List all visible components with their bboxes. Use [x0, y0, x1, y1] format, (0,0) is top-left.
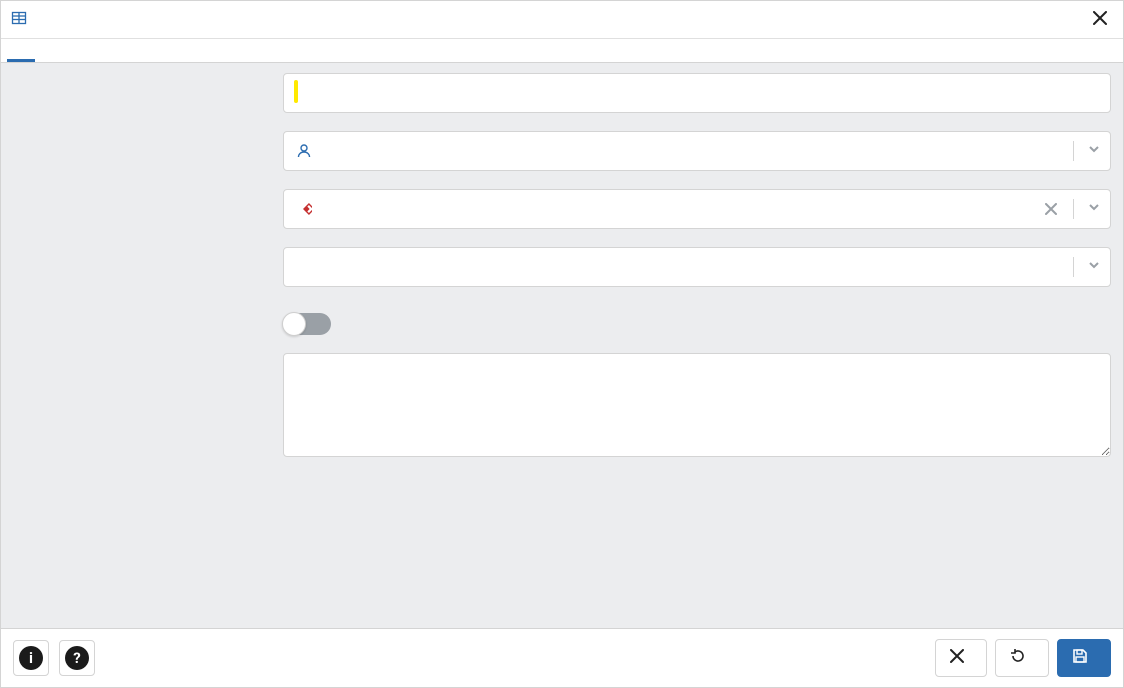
toggle-knob — [282, 312, 306, 336]
save-button[interactable] — [1057, 639, 1111, 677]
close-icon — [950, 649, 964, 667]
separator — [1073, 257, 1074, 277]
tab-parameters[interactable] — [147, 39, 175, 62]
name-label — [13, 73, 283, 83]
tab-partitions[interactable] — [119, 39, 147, 62]
chevron-down-icon — [1086, 141, 1102, 161]
form-body — [1, 63, 1123, 628]
partitioned-label — [13, 305, 283, 315]
owner-label — [13, 131, 283, 141]
schema-label — [13, 189, 283, 199]
name-value-highlighted — [294, 80, 298, 103]
help-icon: ? — [65, 646, 89, 670]
tab-general[interactable] — [7, 39, 35, 62]
reset-icon — [1010, 648, 1026, 668]
save-icon — [1072, 648, 1088, 668]
dialog-header — [1, 1, 1123, 39]
user-icon — [296, 143, 312, 159]
table-icon — [11, 10, 27, 30]
tab-constraints[interactable] — [91, 39, 119, 62]
dialog-footer: i ? — [1, 628, 1123, 687]
name-input[interactable] — [283, 73, 1111, 113]
reset-button[interactable] — [995, 639, 1049, 677]
info-icon: i — [19, 646, 43, 670]
tab-sql[interactable] — [203, 39, 231, 62]
tab-bar — [1, 39, 1123, 63]
chevron-down-icon — [1086, 257, 1102, 277]
tab-advanced[interactable] — [63, 39, 91, 62]
schema-icon — [296, 201, 312, 217]
partitioned-toggle[interactable] — [283, 313, 331, 335]
comment-textarea[interactable] — [283, 353, 1111, 457]
close-icon[interactable] — [1087, 7, 1113, 32]
info-button[interactable]: i — [13, 640, 49, 676]
owner-select[interactable] — [283, 131, 1111, 171]
tablespace-select[interactable] — [283, 247, 1111, 287]
close-button[interactable] — [935, 639, 987, 677]
separator — [1073, 141, 1074, 161]
help-button[interactable]: ? — [59, 640, 95, 676]
tab-security[interactable] — [175, 39, 203, 62]
comment-label — [13, 353, 283, 363]
chevron-down-icon — [1086, 199, 1102, 219]
tablespace-label — [13, 247, 283, 257]
schema-select[interactable] — [283, 189, 1111, 229]
separator — [1073, 199, 1074, 219]
clear-icon[interactable] — [1041, 200, 1061, 219]
create-table-dialog: i ? — [0, 0, 1124, 688]
tab-columns[interactable] — [35, 39, 63, 62]
